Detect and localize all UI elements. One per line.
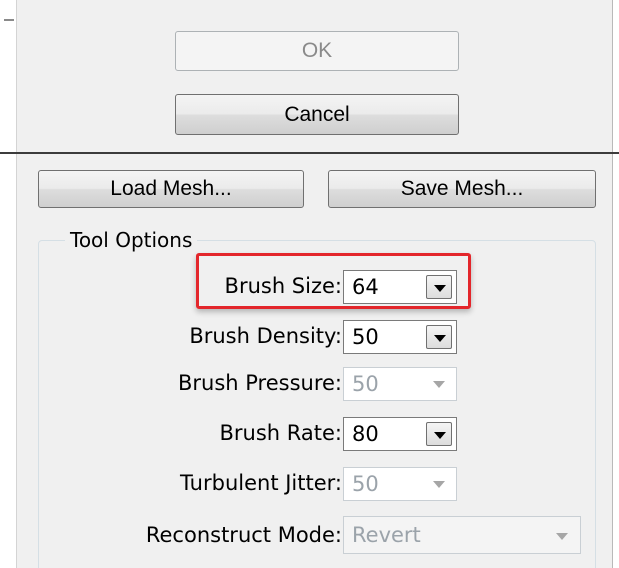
brush-pressure-dropdown: 50: [343, 367, 457, 401]
brush-pressure-label: Brush Pressure:: [177, 371, 342, 395]
brush-pressure-value: 50: [352, 372, 379, 396]
save-mesh-label: Save Mesh...: [400, 177, 524, 200]
chevron-down-icon: [556, 533, 568, 540]
edge-tick-mark: [4, 19, 14, 21]
highlight-annotation: [196, 253, 471, 309]
brush-rate-dropdown[interactable]: 80: [343, 417, 457, 451]
cancel-button-label: Cancel: [284, 103, 350, 126]
turbulent-jitter-value: 50: [352, 472, 379, 496]
ok-button[interactable]: OK: [175, 31, 459, 71]
liquify-options-panel: OK Cancel Load Mesh... Save Mesh... Tool…: [0, 0, 619, 568]
save-mesh-button[interactable]: Save Mesh...: [328, 170, 596, 208]
load-mesh-label: Load Mesh...: [110, 177, 232, 200]
brush-rate-dropdown-button[interactable]: [426, 422, 452, 446]
chevron-down-icon: [434, 432, 446, 439]
chevron-down-icon: [433, 381, 445, 388]
ok-button-label: OK: [301, 39, 333, 62]
turbulent-jitter-dropdown: 50: [343, 467, 457, 501]
reconstruct-mode-dropdown: Revert: [343, 516, 581, 554]
brush-density-value: 50: [352, 325, 379, 349]
left-window-edge: [0, 0, 16, 568]
right-window-edge: [612, 0, 619, 568]
brush-density-dropdown[interactable]: 50: [343, 320, 457, 354]
turbulent-jitter-dropdown-button: [426, 472, 452, 496]
cancel-button[interactable]: Cancel: [175, 94, 459, 135]
brush-pressure-dropdown-button: [426, 372, 452, 396]
section-divider: [0, 152, 619, 154]
tool-options-title: Tool Options: [65, 228, 198, 252]
chevron-down-icon: [433, 481, 445, 488]
load-mesh-button[interactable]: Load Mesh...: [38, 170, 304, 208]
reconstruct-mode-value: Revert: [352, 523, 421, 547]
brush-density-label: Brush Density:: [189, 324, 342, 348]
brush-rate-value: 80: [352, 422, 379, 446]
reconstruct-mode-label: Reconstruct Mode:: [145, 523, 342, 547]
brush-density-dropdown-button[interactable]: [426, 325, 452, 349]
chevron-down-icon: [434, 335, 446, 342]
turbulent-jitter-label: Turbulent Jitter:: [180, 471, 342, 495]
brush-rate-label: Brush Rate:: [219, 421, 342, 445]
